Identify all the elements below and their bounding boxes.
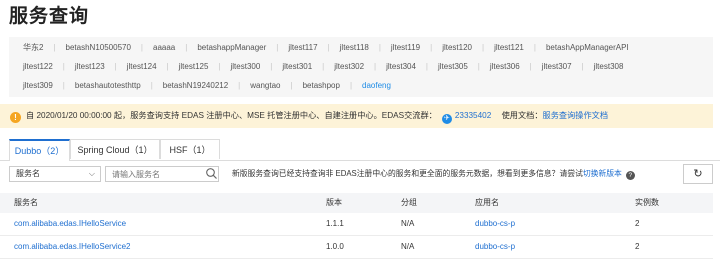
namespace-row: 华东2 | betashN10500570 | aaaaa | betashappManag… [23,42,629,54]
namespace-separator: | [62,62,65,71]
column-header-app: 应用名 [475,198,499,207]
notice-text: 自 2020/01/20 00:00:00 起，服务查询支持 EDAS 注册中心… [26,111,437,120]
doc-label: 使用文档： [501,111,543,120]
namespace-item[interactable]: betashN10500570 [66,42,131,54]
version-cell: 1.1.1 [326,219,344,228]
app-name-link[interactable]: dubbo-cs-p [475,213,515,235]
namespace-separator: | [425,62,428,71]
namespace-separator: | [529,62,532,71]
namespace-item[interactable]: betashAppManagerAPI [546,42,629,54]
namespace-item[interactable]: jltest304 [386,61,416,73]
namespace-item[interactable]: jltest301 [282,61,312,73]
namespace-separator: | [276,43,279,52]
info-text: 新版服务查询已经支持查询非 EDAS注册中心的服务和更全面的服务元数据，想看到更… [232,169,583,178]
refresh-icon: ↻ [693,168,703,180]
namespace-item[interactable]: betashautotesthttp [75,80,141,92]
namespace-item[interactable]: jltest305 [438,61,468,73]
namespace-item[interactable]: jltest121 [494,42,524,54]
namespace-row: jltest309 | betashautotesthttp | betashN1924… [23,80,391,92]
namespace-separator: | [53,43,56,52]
namespace-separator: | [482,43,485,52]
namespace-separator: | [140,43,143,52]
group-cell: N/A [401,242,415,251]
new-version-info: 新版服务查询已经支持查询非 EDAS注册中心的服务和更全面的服务元数据，想看到更… [232,166,635,182]
namespace-item[interactable]: betashpop [303,80,340,92]
page-title: 服务查询 [9,6,90,27]
instances-cell: 2 [635,219,640,228]
namespace-item[interactable]: jltest120 [442,42,472,54]
namespace-item[interactable]: betashappManager [197,42,266,54]
table-header: 服务名 版本 分组 应用名 实例数 [0,193,713,213]
namespace-separator: | [290,81,293,90]
tab-hsf[interactable]: HSF（1） [160,139,220,159]
namespace-separator: | [581,62,584,71]
namespace-item[interactable]: jltest123 [75,61,105,73]
column-header-version: 版本 [326,198,342,207]
group-number-link[interactable]: 23335402 [455,111,491,120]
tab-dubbo[interactable]: Dubbo（2） [9,139,70,161]
warning-icon: ! [10,112,21,123]
search-type-select[interactable]: 服务名 ⌵ [9,166,101,182]
namespace-item[interactable]: jltest300 [231,61,261,73]
namespace-separator: | [533,43,536,52]
namespace-item[interactable]: jltest122 [23,61,53,73]
namespace-separator: | [378,43,381,52]
instances-cell: 2 [635,242,640,251]
refresh-button[interactable]: ↻ [683,164,713,184]
namespace-separator: | [150,81,153,90]
namespace-separator: | [327,43,330,52]
namespace-separator: | [270,62,273,71]
column-header-instances: 实例数 [635,198,659,207]
column-header-group: 分组 [401,198,417,207]
namespace-item[interactable]: jltest309 [23,80,53,92]
dingtalk-icon: ✈ [441,114,452,124]
namespace-separator: | [238,81,241,90]
namespace-separator: | [166,62,169,71]
doc-link[interactable]: 服务查询操作文档 [543,111,609,120]
version-cell: 1.0.0 [326,242,344,251]
namespace-separator: | [477,62,480,71]
namespace-separator: | [374,62,377,71]
tab-spring-cloud[interactable]: Spring Cloud（1） [70,139,160,159]
namespace-item[interactable]: jltest124 [127,61,157,73]
help-icon[interactable]: ? [625,171,635,180]
namespace-item[interactable]: 华东2 [23,42,43,54]
column-header-service: 服务名 [14,198,38,207]
namespace-item[interactable]: jltest125 [179,61,209,73]
notice-bar: ! 自 2020/01/20 00:00:00 起，服务查询支持 EDAS 注册中… [0,104,713,128]
namespace-item[interactable]: aaaaa [153,42,175,54]
namespace-item[interactable]: jltest306 [490,61,520,73]
namespace-item[interactable]: jltest302 [334,61,364,73]
search-icon[interactable] [205,167,218,180]
namespace-separator: | [322,62,325,71]
service-name-link[interactable]: com.alibaba.edas.IHelloService [14,213,126,235]
namespace-item[interactable]: jltest118 [340,42,369,54]
table-row: com.alibaba.edas.IHelloService 1.1.1 N/A… [0,213,713,236]
namespace-separator: | [62,81,65,90]
search-type-value: 服务名 [16,169,40,178]
app-name-link[interactable]: dubbo-cs-p [475,236,515,258]
namespace-item[interactable]: jltest307 [542,61,572,73]
namespace-separator: | [185,43,188,52]
namespace-item[interactable]: daofeng [362,80,391,92]
namespace-row: jltest122 | jltest123 | jltest124 | jltest125 |… [23,61,623,73]
namespace-separator: | [114,62,117,71]
group-cell: N/A [401,219,415,228]
namespace-item[interactable]: jltest117 [288,42,317,54]
namespace-separator: | [218,62,221,71]
table-row: com.alibaba.edas.IHelloService2 1.0.0 N/… [0,236,713,259]
service-tabs: Dubbo（2） Spring Cloud（1） HSF（1） [0,139,720,161]
namespace-separator: | [430,43,433,52]
switch-version-link[interactable]: 切换新版本 [583,169,622,178]
namespace-item[interactable]: jltest119 [391,42,420,54]
service-search-input[interactable] [105,166,219,182]
namespace-item[interactable]: jltest308 [594,61,624,73]
namespace-item[interactable]: wangtao [250,80,280,92]
namespace-selector: 华东2 | betashN10500570 | aaaaa | betashappManag… [9,37,713,97]
service-name-link[interactable]: com.alibaba.edas.IHelloService2 [14,236,131,258]
namespace-separator: | [349,81,353,90]
chevron-down-icon: ⌵ [88,169,95,178]
namespace-item[interactable]: betashN19240212 [163,80,228,92]
